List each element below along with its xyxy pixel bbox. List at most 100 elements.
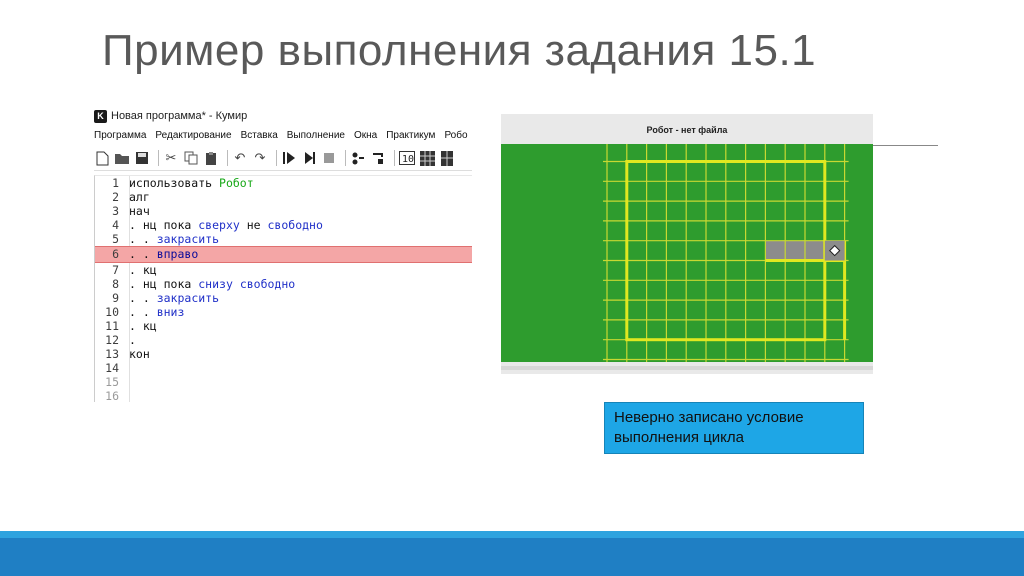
line-number: 15	[105, 375, 119, 390]
save-icon[interactable]	[134, 150, 150, 166]
counter-icon[interactable]: 10	[399, 150, 415, 166]
line-number: 5	[112, 232, 119, 247]
bottom-accent-bar	[0, 538, 1024, 576]
code-line[interactable]: 16	[95, 389, 472, 402]
code-text: алг	[129, 190, 150, 204]
svg-text:10: 10	[402, 154, 414, 165]
copy-icon[interactable]	[183, 150, 199, 166]
painted-cell	[785, 240, 805, 261]
code-token: закрасить	[156, 290, 220, 305]
line-number: 9	[112, 290, 119, 305]
code-text: . . вправо	[129, 247, 198, 261]
undo-icon[interactable]: ↶	[232, 150, 248, 166]
line-number: 2	[112, 190, 119, 205]
code-token: алг	[129, 190, 150, 205]
code-token: . кц	[129, 262, 157, 277]
stop-icon[interactable]	[321, 150, 337, 166]
code-text: нач	[129, 204, 150, 218]
code-token: сверху	[198, 218, 240, 233]
code-token: снизу	[198, 276, 233, 291]
code-token: использовать	[129, 176, 220, 190]
grid-icon[interactable]	[419, 150, 435, 166]
code-text: . . закрасить	[129, 291, 219, 305]
cut-icon[interactable]: ✂	[163, 150, 179, 166]
window-titlebar: K Новая программа* - Кумир	[94, 108, 472, 124]
open-folder-icon[interactable]	[114, 150, 130, 166]
painted-cell	[765, 240, 786, 261]
hint-callout: Неверно записано условие выполнения цикл…	[604, 402, 864, 454]
menu-program[interactable]: Программа	[94, 130, 146, 141]
window-title: Новая программа* - Кумир	[111, 110, 248, 122]
code-line[interactable]: 12.	[95, 333, 472, 347]
code-token: . .	[129, 290, 157, 305]
menu-bar: Программа Редактирование Вставка Выполне…	[94, 126, 472, 144]
robot-grid	[603, 144, 849, 380]
menu-robot[interactable]: Робо	[444, 130, 467, 141]
kumir-logo-icon: K	[94, 109, 107, 123]
code-token: . нц пока	[129, 218, 199, 233]
menu-insert[interactable]: Вставка	[241, 130, 278, 141]
run-icon[interactable]	[281, 150, 297, 166]
grid-large-icon[interactable]	[439, 150, 455, 166]
line-number: 10	[105, 304, 119, 319]
code-text: . . вниз	[129, 305, 184, 319]
robot-window: Робот - нет файла	[501, 114, 873, 380]
menu-run[interactable]: Выполнение	[287, 130, 345, 141]
code-text: . нц пока сверху не свободно	[129, 218, 323, 232]
code-text: кон	[129, 347, 150, 361]
code-editor[interactable]: 1 использовать Робот 2 алг 3 нач 4 . нц пока св…	[94, 175, 472, 402]
slide-title: Пример выполнения задания 15.1	[102, 26, 817, 75]
code-line[interactable]: 10 . . вниз	[95, 305, 472, 319]
line-number: 11	[105, 318, 119, 333]
code-line[interactable]: 9 . . закрасить	[95, 291, 472, 305]
line-number: 7	[112, 262, 119, 277]
code-text: . . закрасить	[129, 232, 219, 246]
step-out-icon[interactable]	[370, 150, 386, 166]
code-text: . кц	[129, 319, 157, 333]
code-line-error[interactable]: 6 . . вправо	[95, 246, 472, 263]
painted-cell	[805, 240, 825, 261]
code-token: Робот	[219, 176, 254, 190]
bottom-accent-bar-light	[0, 531, 1024, 538]
line-number: 4	[112, 218, 119, 233]
code-token: . кц	[129, 318, 157, 333]
redo-icon[interactable]: ↷	[252, 150, 268, 166]
code-line[interactable]: 5 . . закрасить	[95, 232, 472, 246]
code-line[interactable]: 8 . нц пока снизу свободно	[95, 277, 472, 291]
code-line[interactable]: 13 кон	[95, 347, 472, 361]
code-token: кон	[129, 347, 150, 362]
code-line[interactable]: 4 . нц пока сверху не свободно	[95, 218, 472, 232]
code-token: . .	[129, 232, 157, 247]
line-number: 14	[105, 361, 119, 376]
line-number: 16	[105, 389, 119, 402]
code-text: использовать Робот	[129, 176, 254, 190]
code-token: нач	[129, 204, 150, 219]
step-in-icon[interactable]	[350, 150, 366, 166]
code-line[interactable]: 11 . кц	[95, 319, 472, 333]
code-token: свободно	[267, 218, 323, 233]
toolbar-separator	[158, 150, 159, 166]
code-text: . кц	[129, 263, 157, 277]
code-line[interactable]: 3 нач	[95, 204, 472, 218]
menu-windows[interactable]: Окна	[354, 130, 377, 141]
robot-field	[501, 144, 873, 380]
paste-icon[interactable]	[203, 150, 219, 166]
code-line[interactable]: 2 алг	[95, 190, 472, 204]
code-text: . нц пока снизу свободно	[129, 277, 295, 291]
code-line[interactable]: 1 использовать Робот	[95, 176, 472, 190]
code-line[interactable]: 15	[95, 375, 472, 389]
run-step-icon[interactable]	[301, 150, 317, 166]
code-line[interactable]: 7 . кц	[95, 263, 472, 277]
code-token: .	[129, 333, 136, 348]
robot-window-title: Робот - нет файла	[646, 125, 728, 135]
code-token: не	[239, 218, 268, 233]
menu-edit[interactable]: Редактирование	[155, 130, 231, 141]
new-file-icon[interactable]	[94, 150, 110, 166]
menu-practicum[interactable]: Практикум	[386, 130, 435, 141]
code-line[interactable]: 14	[95, 361, 472, 375]
code-token: . .	[129, 247, 157, 262]
line-number: 8	[112, 276, 119, 291]
code-token: . .	[129, 304, 157, 319]
robot-scrollbar[interactable]	[501, 366, 873, 370]
